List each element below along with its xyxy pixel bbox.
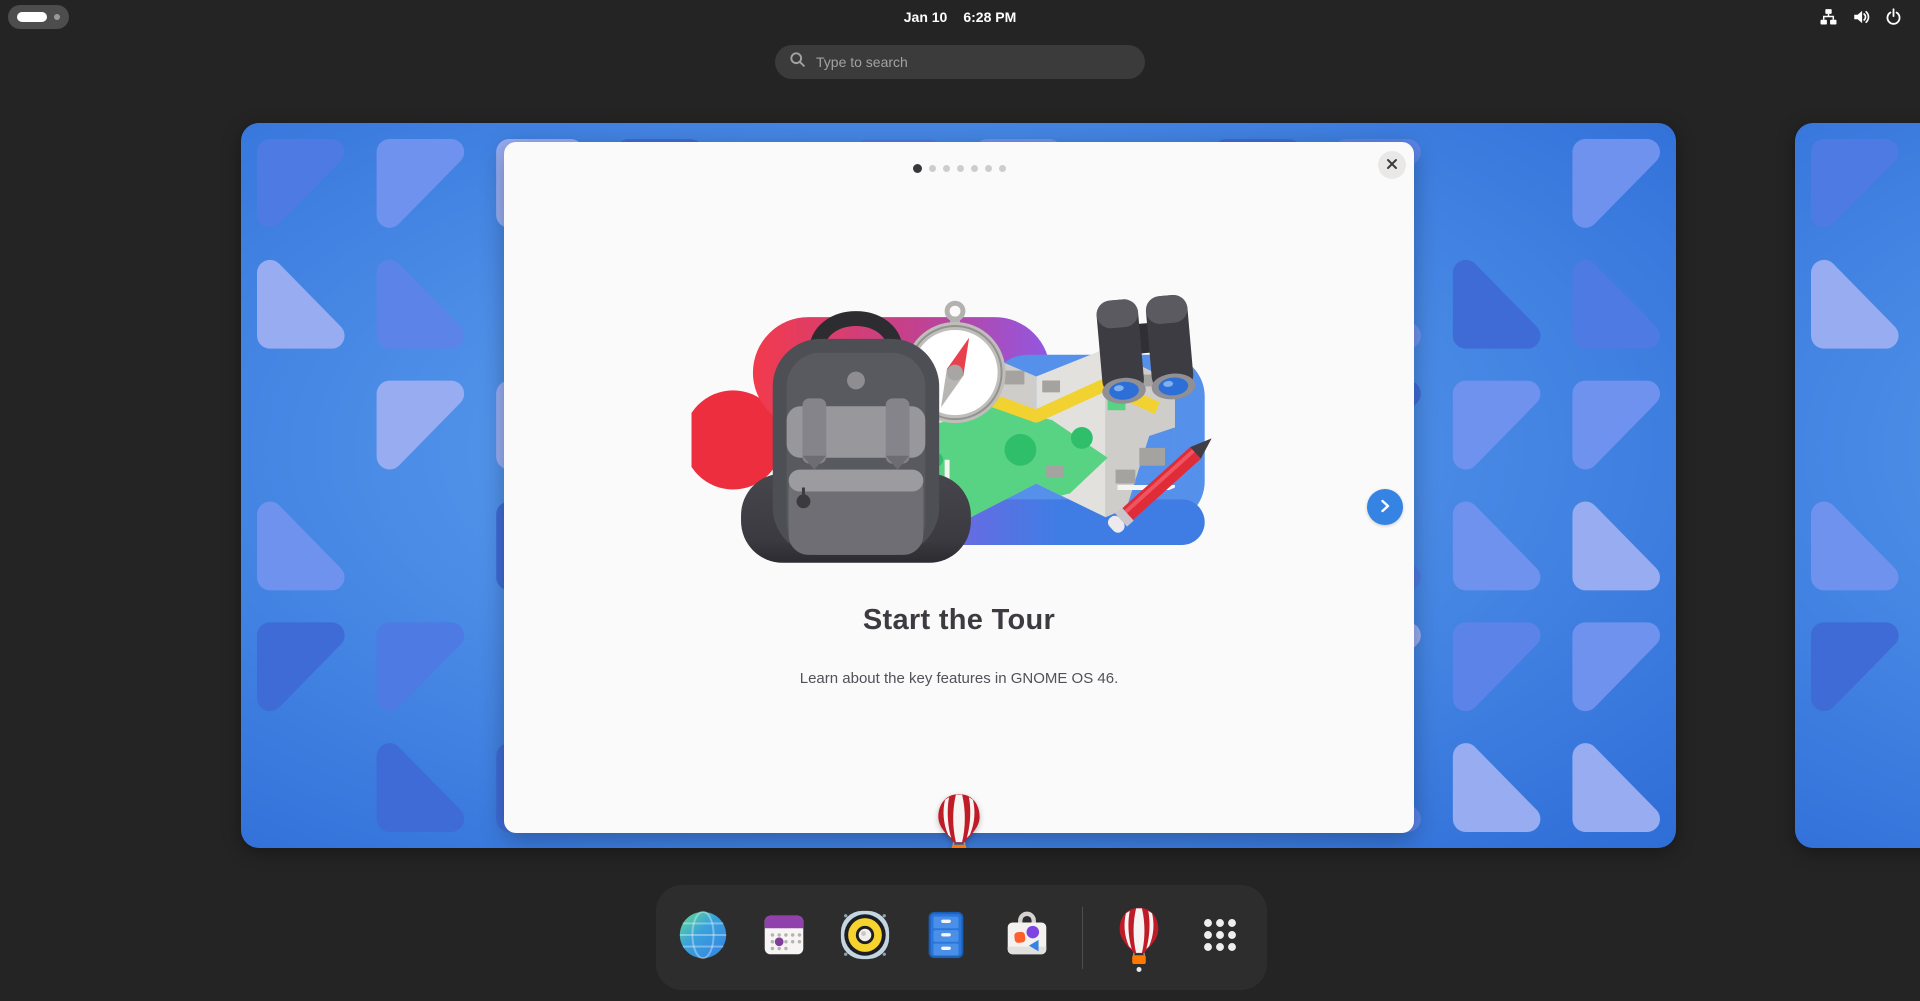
gnome-overview-desktop: { "topbar": { "date": "Jan 10", "time": … (0, 0, 1920, 1001)
time-label: 6:28 PM (963, 9, 1016, 25)
search-icon (789, 51, 806, 73)
workspace-indicator[interactable] (8, 5, 69, 29)
running-indicator-dot (1136, 967, 1141, 972)
workspace-dot-1 (17, 12, 47, 22)
search-row (0, 45, 1920, 79)
pager-dots (504, 164, 1414, 173)
top-bar: Jan 10 6:28 PM (0, 0, 1920, 33)
next-page-button[interactable] (1367, 489, 1403, 525)
pager-dot-7[interactable] (999, 165, 1006, 172)
dock-item-calendar[interactable] (757, 903, 812, 973)
workspace-thumbnail-next[interactable] (1795, 123, 1920, 848)
close-icon (1386, 158, 1398, 173)
calendar-icon (757, 908, 811, 967)
search-input[interactable] (816, 54, 1131, 70)
software-icon (1000, 908, 1054, 967)
clock-button[interactable]: Jan 10 6:28 PM (904, 0, 1017, 33)
web-browser-icon (676, 908, 730, 967)
dock-item-software[interactable] (999, 903, 1054, 973)
volume-icon (1852, 8, 1870, 26)
pager-dot-4[interactable] (957, 165, 964, 172)
dock-item-files[interactable] (919, 903, 974, 973)
power-icon (1885, 8, 1902, 25)
music-icon (838, 908, 892, 967)
wallpaper-image (1795, 123, 1920, 848)
date-label: Jan 10 (904, 9, 948, 25)
app-grid-icon (1196, 911, 1244, 964)
pager-dot-2[interactable] (929, 165, 936, 172)
tour-window[interactable]: Start the Tour Learn about the key featu… (504, 142, 1414, 833)
dock-item-app-grid[interactable] (1192, 903, 1247, 973)
quick-settings-button[interactable] (1814, 0, 1908, 33)
tour-balloon-icon (1115, 906, 1163, 969)
tour-app-icon (933, 792, 985, 848)
tour-title: Start the Tour (504, 604, 1414, 637)
chevron-right-icon (1377, 498, 1393, 517)
dock-item-tour[interactable] (1111, 903, 1166, 973)
search-field[interactable] (775, 45, 1145, 79)
dock-item-web-browser[interactable] (676, 903, 731, 973)
network-wired-icon (1820, 8, 1837, 25)
dock (656, 885, 1267, 990)
pager-dot-3[interactable] (943, 165, 950, 172)
files-icon (919, 908, 973, 967)
workspace-dot-2 (54, 14, 60, 20)
pager-dot-1[interactable] (913, 164, 922, 173)
tour-subtitle: Learn about the key features in GNOME OS… (504, 670, 1414, 687)
dock-item-music[interactable] (838, 903, 893, 973)
binoculars-art (1094, 294, 1196, 406)
tour-illustration (692, 288, 1227, 578)
workspace-thumbnail-current[interactable]: Start the Tour Learn about the key featu… (241, 123, 1676, 848)
pager-dot-6[interactable] (985, 165, 992, 172)
dock-separator (1082, 907, 1083, 969)
close-window-button[interactable] (1378, 151, 1406, 179)
pager-dot-5[interactable] (971, 165, 978, 172)
